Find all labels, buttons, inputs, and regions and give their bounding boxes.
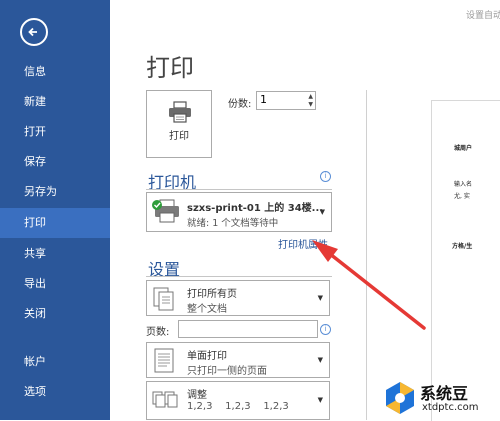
annotation-arrow <box>312 240 426 330</box>
watermark-name: 系统豆 <box>420 384 469 403</box>
watermark-logo: 系统豆 xtdptc.com <box>376 378 500 420</box>
watermark-logo-icon <box>386 382 414 414</box>
watermark-url: xtdptc.com <box>422 402 479 413</box>
